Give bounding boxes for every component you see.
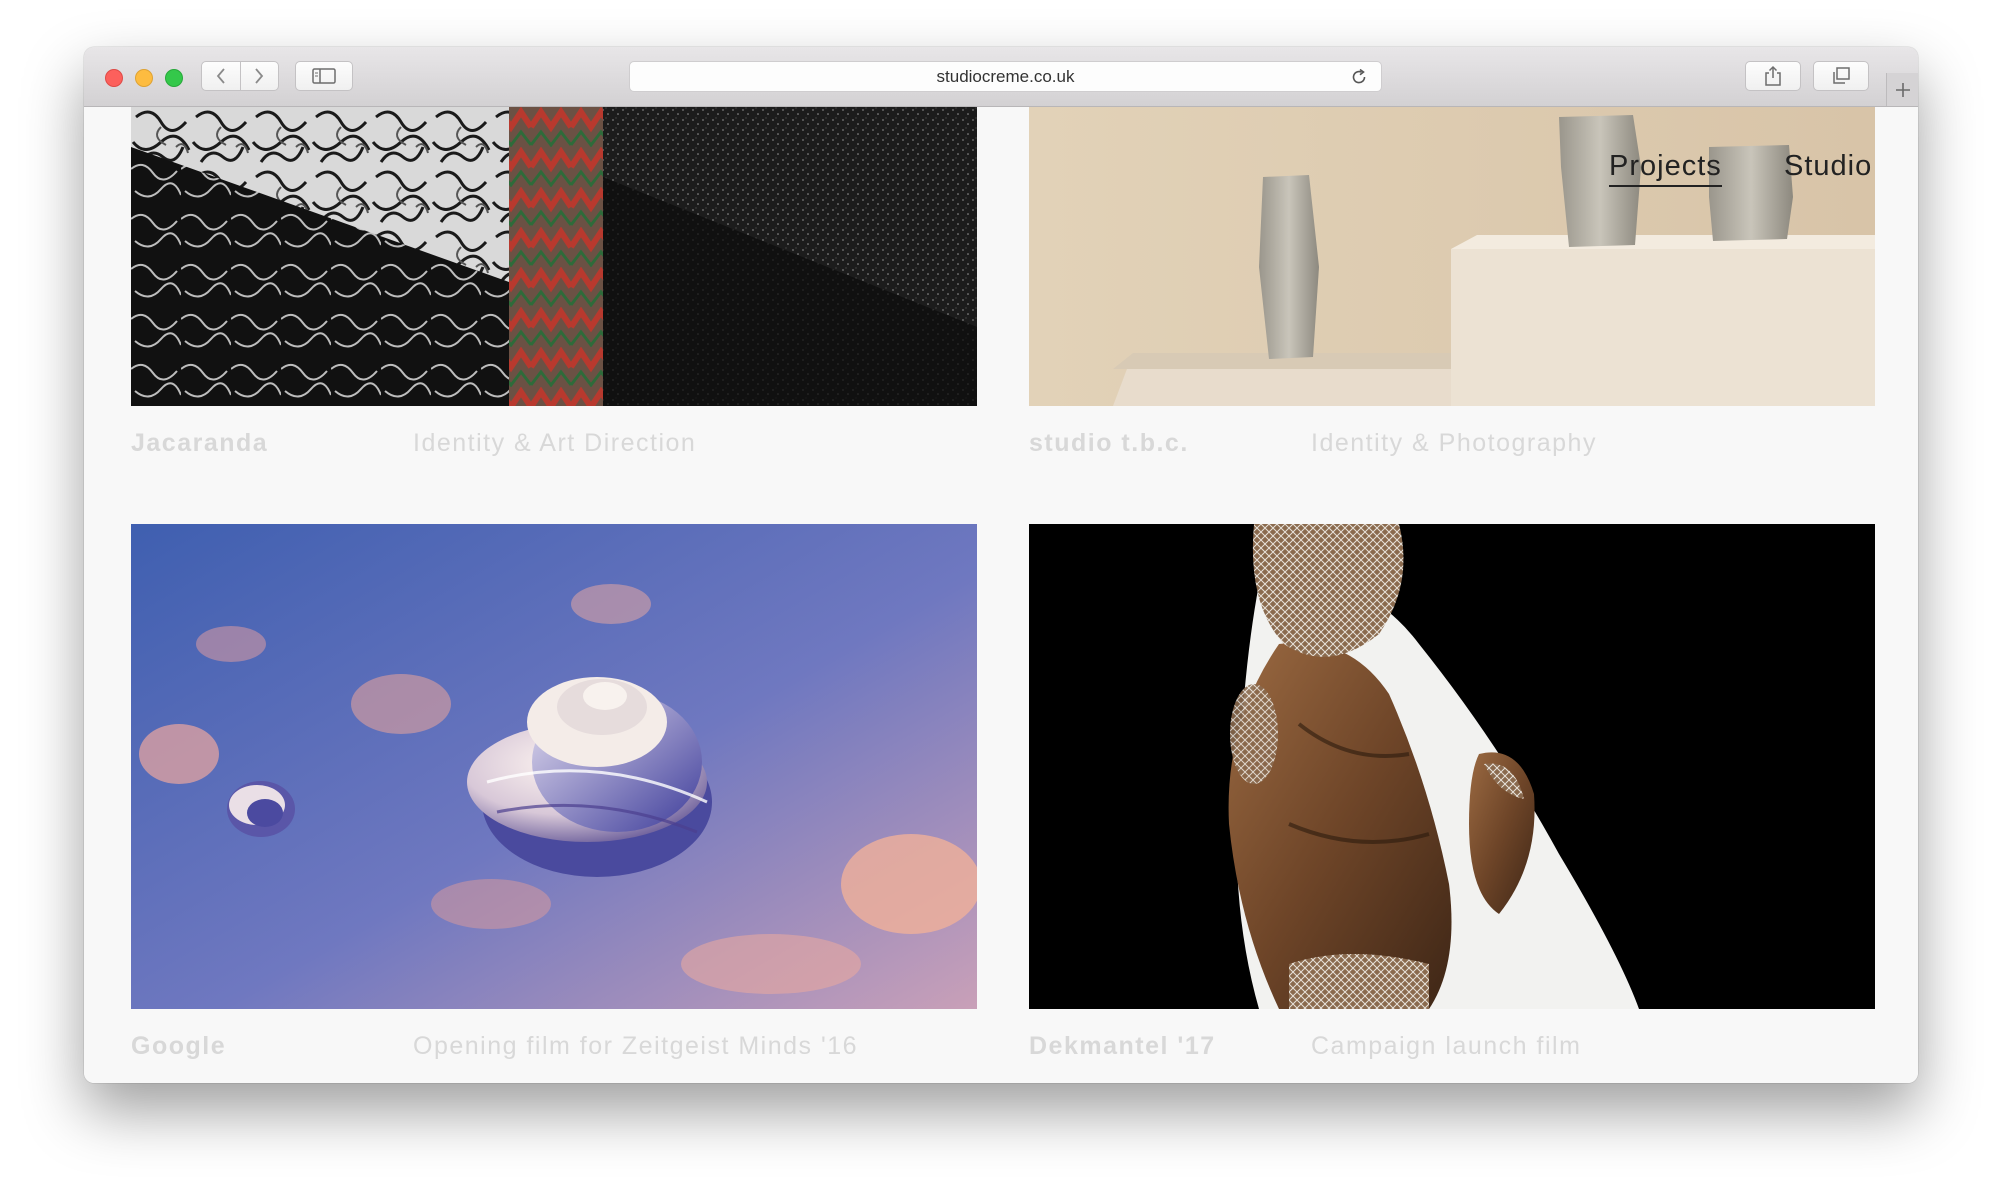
close-window-button[interactable] bbox=[105, 69, 123, 87]
nav-link-projects[interactable]: Projects bbox=[1609, 150, 1722, 187]
zoom-window-button[interactable] bbox=[165, 69, 183, 87]
plus-icon bbox=[1896, 82, 1910, 97]
minimize-window-button[interactable] bbox=[135, 69, 153, 87]
share-icon bbox=[1765, 65, 1781, 86]
show-tabs-button[interactable] bbox=[1813, 61, 1869, 91]
ceramics-photo-image bbox=[1029, 107, 1875, 406]
project-description-jacaranda: Identity & Art Direction bbox=[413, 429, 697, 457]
jacaranda-artwork-image bbox=[131, 107, 977, 406]
floating-flower-sculpture-image bbox=[131, 524, 977, 1009]
tabs-icon bbox=[1833, 67, 1850, 84]
new-tab-button[interactable] bbox=[1886, 73, 1918, 106]
page-content: Jacaranda Identity & Art Direction studi… bbox=[84, 107, 1918, 1083]
reload-button[interactable] bbox=[1349, 67, 1369, 92]
address-bar[interactable]: studiocreme.co.uk bbox=[629, 61, 1382, 92]
back-button[interactable] bbox=[202, 62, 240, 90]
reload-icon bbox=[1352, 68, 1366, 84]
url-text: studiocreme.co.uk bbox=[936, 66, 1075, 86]
browser-window: studiocreme.co.uk Jacaranda Identity & A… bbox=[84, 47, 1918, 1083]
wooden-figure-sculpture-image bbox=[1029, 524, 1875, 1009]
nav-link-studio[interactable]: Studio bbox=[1784, 150, 1872, 183]
share-button[interactable] bbox=[1745, 61, 1801, 91]
project-title-jacaranda[interactable]: Jacaranda bbox=[131, 429, 268, 458]
project-title-google[interactable]: Google bbox=[131, 1032, 226, 1061]
project-image-dekmantel[interactable] bbox=[1029, 524, 1875, 1009]
history-nav-group bbox=[201, 61, 279, 91]
project-image-studio-tbc[interactable] bbox=[1029, 107, 1875, 406]
sidebar-icon bbox=[312, 68, 336, 84]
project-description-dekmantel: Campaign launch film bbox=[1311, 1032, 1582, 1060]
forward-chevron-icon bbox=[255, 68, 264, 84]
sidebar-toggle-button[interactable] bbox=[295, 61, 353, 91]
project-description-google: Opening film for Zeitgeist Minds '16 bbox=[413, 1032, 859, 1060]
back-chevron-icon bbox=[216, 68, 225, 84]
forward-button[interactable] bbox=[239, 62, 279, 90]
project-image-google[interactable] bbox=[131, 524, 977, 1009]
project-description-studio-tbc: Identity & Photography bbox=[1311, 429, 1597, 457]
project-title-dekmantel[interactable]: Dekmantel '17 bbox=[1029, 1032, 1216, 1061]
browser-toolbar: studiocreme.co.uk bbox=[84, 47, 1918, 107]
project-title-studio-tbc[interactable]: studio t.b.c. bbox=[1029, 429, 1189, 458]
project-image-jacaranda[interactable] bbox=[131, 107, 977, 406]
